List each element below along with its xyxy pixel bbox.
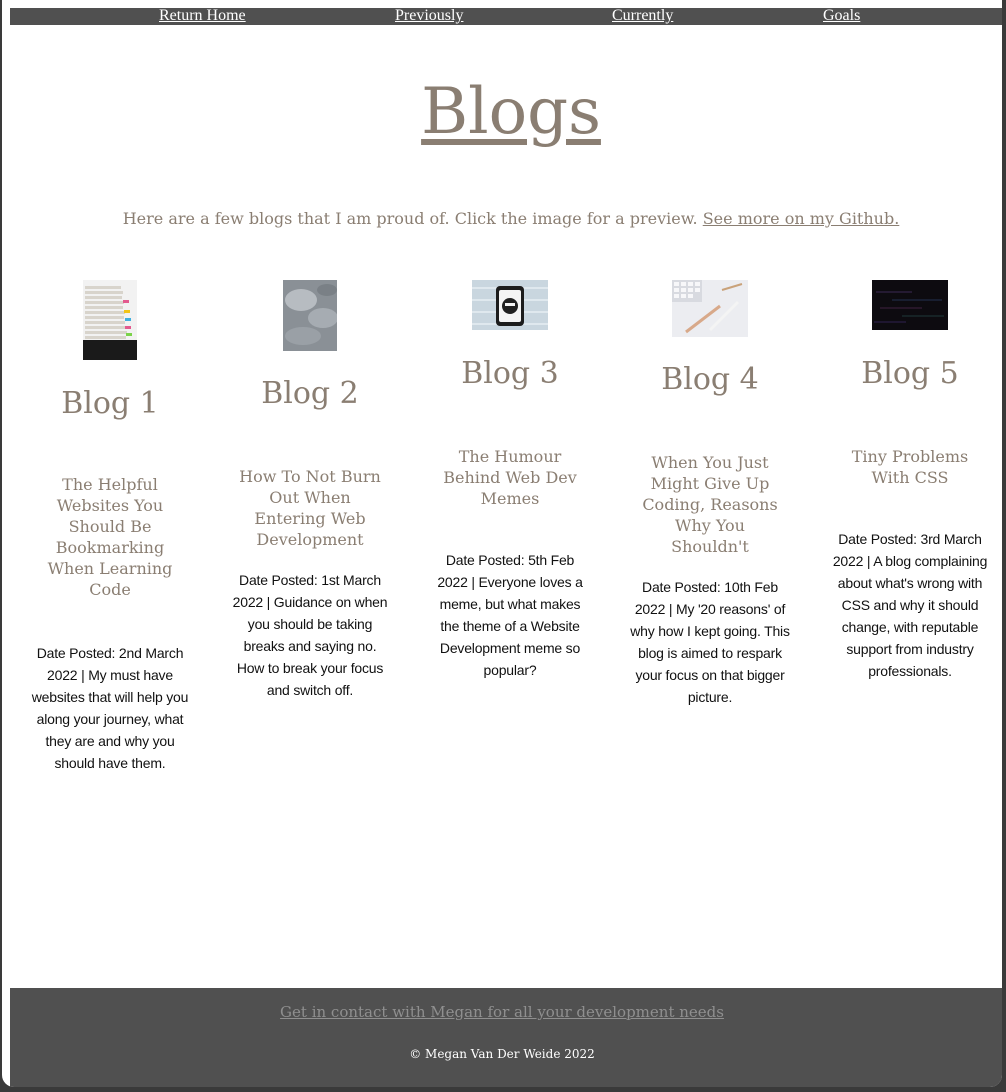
blog-5-heading: Blog 5: [861, 356, 959, 391]
nav-return-home-link[interactable]: Return Home: [159, 7, 246, 25]
blog-1-description: Date Posted: 2nd March 2022 | My must ha…: [31, 645, 189, 771]
blog-1-thumbnail-image[interactable]: [83, 280, 137, 360]
blog-1-heading: Blog 1: [61, 386, 159, 421]
contact-link[interactable]: Get in contact with Megan for all your d…: [2, 1002, 1002, 1022]
blog-2-heading: Blog 2: [261, 376, 359, 411]
blog-3-heading: Blog 3: [461, 356, 559, 391]
blog-2-title: How To Not Burn Out When Entering Web De…: [239, 467, 381, 549]
blog-5-title: Tiny Problems With CSS: [851, 447, 969, 487]
blog-4-description: Date Posted: 10th Feb 2022 | My '20 reas…: [630, 579, 790, 705]
blog-4-heading: Blog 4: [661, 362, 759, 397]
blog-4-title: When You Just Might Give Up Coding, Reas…: [642, 453, 778, 556]
blog-3-thumbnail-image[interactable]: [472, 280, 548, 330]
blog-1-title: The Helpful Websites You Should Be Bookm…: [47, 475, 173, 599]
blog-4-thumbnail-image[interactable]: [672, 280, 748, 337]
nav-currently-link[interactable]: Currently: [612, 7, 673, 25]
nav-previously-link[interactable]: Previously: [395, 7, 463, 25]
top-nav: Return Home Previously Currently Goals: [10, 7, 1002, 25]
blog-2-description: Date Posted: 1st March 2022 | Guidance o…: [232, 572, 388, 698]
blog-3-description: Date Posted: 5th Feb 2022 | Everyone lov…: [437, 552, 583, 678]
blog-5-thumbnail-image[interactable]: [872, 280, 948, 330]
github-link[interactable]: See more on my Github.: [703, 209, 900, 228]
intro-text: Here are a few blogs that I am proud of.…: [2, 208, 1002, 230]
copyright-text: © Megan Van Der Weide 2022: [409, 1047, 595, 1061]
intro-sentence: Here are a few blogs that I am proud of.…: [122, 209, 698, 228]
nav-goals-link[interactable]: Goals: [823, 7, 860, 25]
blog-2-thumbnail-image[interactable]: [283, 280, 337, 351]
blog-3-title: The Humour Behind Web Dev Memes: [443, 447, 577, 508]
blog-5-description: Date Posted: 3rd March 2022 | A blog com…: [832, 531, 988, 679]
page-title: Blogs: [421, 75, 601, 149]
footer: Get in contact with Megan for all your d…: [10, 988, 1002, 1087]
page-canvas: Return Home Previously Currently Goals B…: [2, 0, 1002, 1087]
